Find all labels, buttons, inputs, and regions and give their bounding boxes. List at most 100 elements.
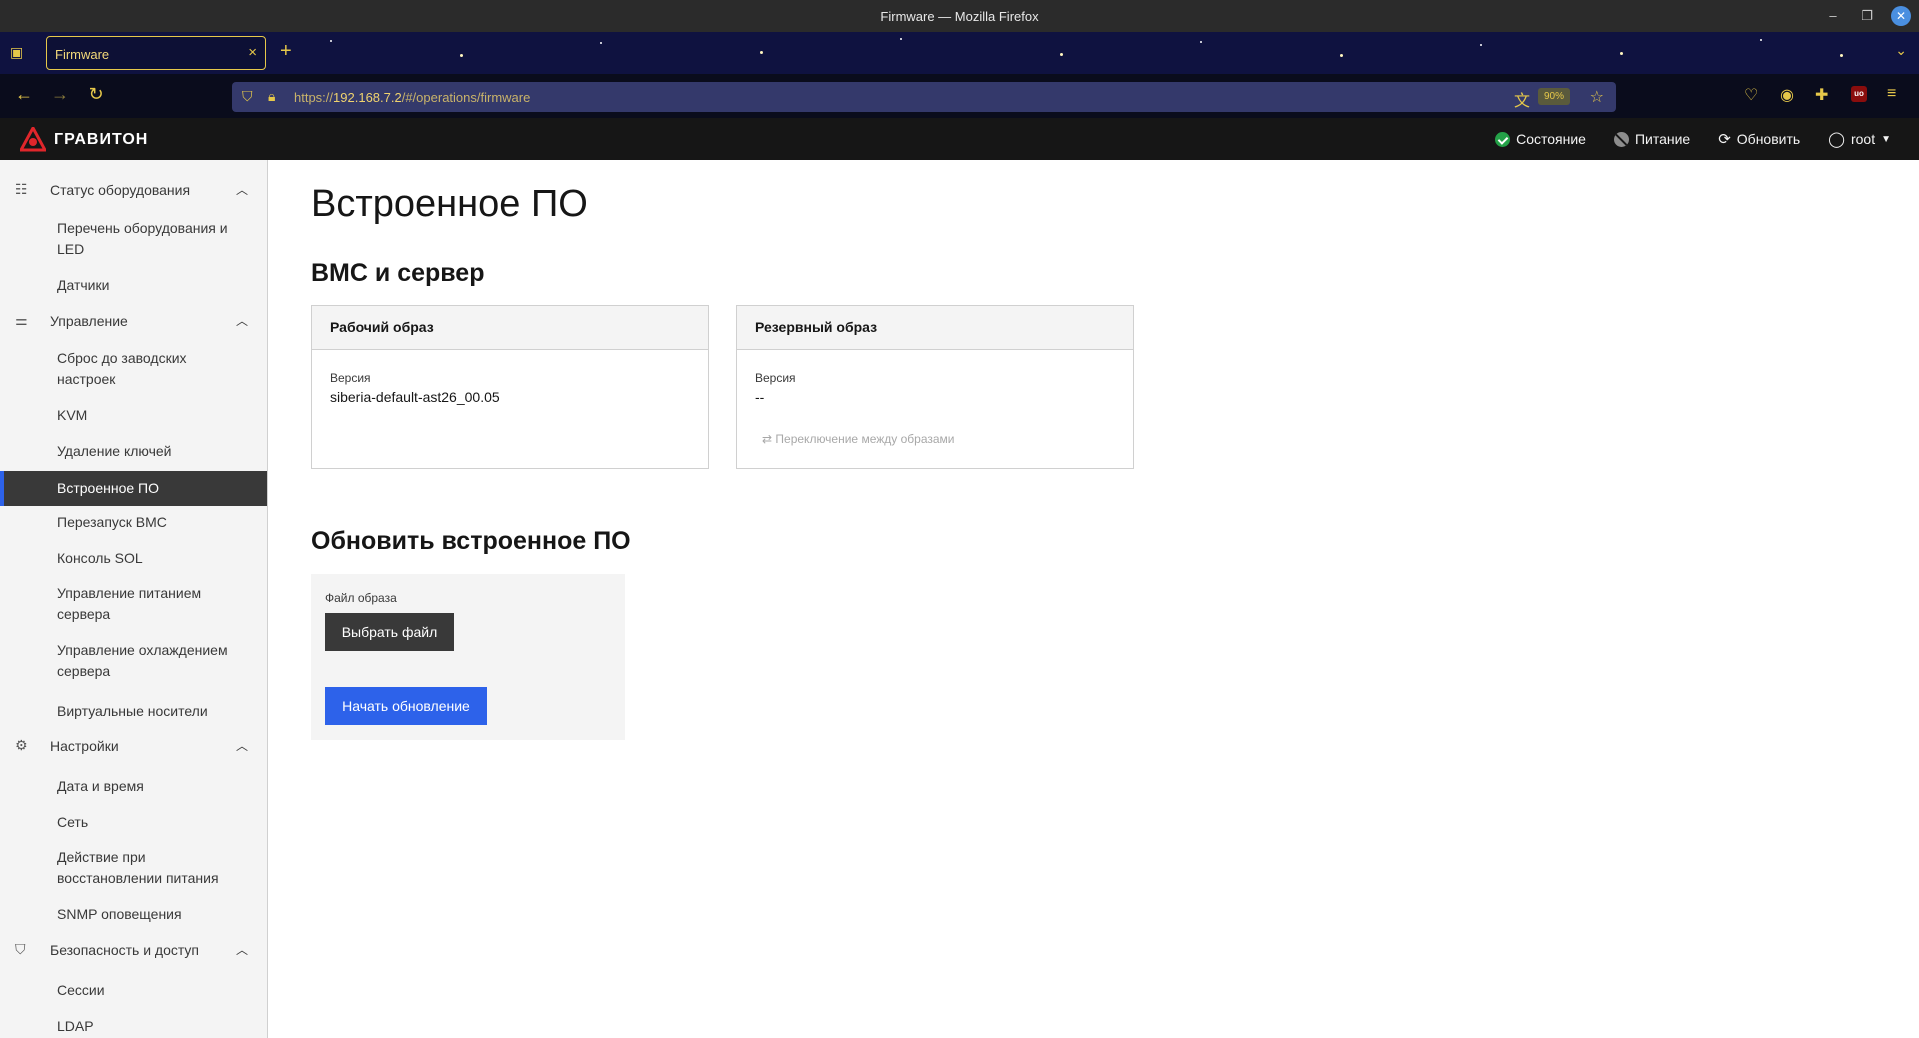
- sidebar-item-label: Консоль SOL: [57, 550, 143, 566]
- minimize-icon[interactable]: –: [1823, 6, 1843, 26]
- sidebar-group-label: Безопасность и доступ: [50, 942, 200, 958]
- refresh-button[interactable]: ⟳ Обновить: [1718, 130, 1800, 148]
- sidebar-item-label: LDAP: [57, 1018, 94, 1034]
- tab-firmware[interactable]: Firmware ×: [46, 36, 266, 70]
- switch-images-label: Переключение между образами: [775, 432, 955, 446]
- url-path: /#/operations/firmware: [401, 90, 531, 105]
- close-tab-icon[interactable]: ×: [248, 44, 257, 61]
- section-title-bmc: BMC и сервер: [311, 259, 485, 287]
- sidebar-item-label: Дата и время: [57, 778, 144, 794]
- sidebar-item-sensors[interactable]: Датчики: [0, 271, 267, 301]
- user-menu-button[interactable]: ◯ root ▼: [1828, 130, 1891, 148]
- url-bar[interactable]: ⛉ 🔒︎ https://192.168.7.2/#/operations/fi…: [232, 82, 1616, 112]
- chevron-down-icon[interactable]: ⌄: [1895, 42, 1907, 59]
- ublock-icon[interactable]: uo: [1851, 86, 1867, 102]
- sidebar-item-virtual-media[interactable]: Виртуальные носители: [0, 697, 267, 727]
- sidebar-item-sessions[interactable]: Сессии: [0, 976, 267, 1006]
- sidebar-item-snmp[interactable]: SNMP оповещения: [0, 900, 267, 930]
- sidebar-item-label: Датчики: [57, 277, 110, 293]
- shield-check-icon: ⛉: [15, 941, 26, 957]
- back-icon[interactable]: ←: [12, 84, 36, 105]
- power-button[interactable]: Питание: [1613, 131, 1691, 147]
- window-controls: – ❐ ✕: [1823, 6, 1911, 26]
- file-label: Файл образа: [325, 591, 397, 605]
- status-button[interactable]: Состояние: [1495, 131, 1586, 147]
- theme-star: [1060, 53, 1063, 56]
- extensions-icon[interactable]: ✚: [1815, 85, 1828, 105]
- account-icon[interactable]: ◉: [1780, 85, 1794, 105]
- sidebar-group-security[interactable]: ⛉ Безопасность и доступ ︿: [0, 932, 267, 968]
- status-ok-icon: [1495, 131, 1511, 147]
- theme-star: [1200, 41, 1202, 43]
- hardware-list-icon: ☷: [15, 181, 28, 197]
- switch-images-button[interactable]: ⇄ Переключение между образами: [762, 432, 954, 446]
- sidebar-item-label: Управление охлаждением сервера: [57, 642, 228, 679]
- backup-image-card: Резервный образ Версия -- ⇄ Переключение…: [736, 305, 1134, 469]
- tab-strip: ▣ Firmware × + ⌄: [0, 32, 1919, 74]
- power-label: Питание: [1634, 131, 1691, 147]
- menu-icon[interactable]: ≡: [1887, 85, 1896, 103]
- sidebar-item-key-clear[interactable]: Удаление ключей: [0, 437, 267, 467]
- sidebar-item-reboot-bmc[interactable]: Перезапуск BMC: [0, 508, 267, 538]
- sidebar-item-network[interactable]: Сеть: [0, 808, 267, 838]
- user-icon: ◯: [1828, 131, 1845, 148]
- forward-icon[interactable]: →: [48, 84, 72, 105]
- start-update-button[interactable]: Начать обновление: [325, 687, 487, 725]
- sidebar-item-ldap[interactable]: LDAP: [0, 1012, 267, 1038]
- pocket-icon[interactable]: ♡: [1744, 85, 1758, 105]
- chevron-up-icon: ︿: [235, 739, 248, 753]
- card-title: Рабочий образ: [312, 306, 708, 350]
- sidebar-item-label: SNMP оповещения: [57, 906, 182, 922]
- translate-icon[interactable]: 文: [1514, 87, 1530, 111]
- header-actions: Состояние Питание ⟳ Обновить ◯ root ▼: [1495, 130, 1891, 148]
- sidebar-group-control[interactable]: ⚌ Управление ︿: [0, 303, 267, 339]
- maximize-icon[interactable]: ❐: [1857, 6, 1877, 26]
- close-window-icon[interactable]: ✕: [1891, 6, 1911, 26]
- sidebar-group-settings[interactable]: ⚙ Настройки ︿: [0, 728, 267, 764]
- lock-icon[interactable]: 🔒︎: [268, 88, 275, 105]
- sidebar-item-power-restore[interactable]: Действие при восстановлении питания: [0, 845, 267, 889]
- sidebar-item-kvm[interactable]: KVM: [0, 401, 267, 431]
- theme-star: [600, 42, 602, 44]
- sidebar-item-factory-reset[interactable]: Сброс до заводских настроек: [0, 346, 267, 390]
- sidebar-item-datetime[interactable]: Дата и время: [0, 772, 267, 802]
- window-title: Firmware — Mozilla Firefox: [880, 9, 1039, 24]
- version-label: Версия: [330, 371, 371, 385]
- shield-icon[interactable]: ⛉: [242, 88, 253, 105]
- url-host: 192.168.7.2: [333, 90, 402, 105]
- logo[interactable]: ГРАВИТОН: [20, 127, 148, 153]
- new-tab-button[interactable]: +: [280, 40, 292, 63]
- sidebar-item-firmware[interactable]: Встроенное ПО: [0, 471, 267, 506]
- tab-list-icon[interactable]: ▣: [10, 44, 30, 62]
- sidebar-group-hardware[interactable]: ☷ Статус оборудования ︿: [0, 172, 267, 208]
- logo-text: ГРАВИТОН: [54, 131, 149, 148]
- app-header: ГРАВИТОН Состояние Питание ⟳ Обновить ◯ …: [0, 118, 1919, 160]
- card-title: Резервный образ: [737, 306, 1133, 350]
- sidebar-item-power-control[interactable]: Управление питанием сервера: [0, 581, 267, 625]
- sidebar-item-label: KVM: [57, 407, 88, 423]
- sidebar-item-sol[interactable]: Консоль SOL: [0, 544, 267, 574]
- user-label: root: [1850, 131, 1876, 147]
- reload-icon[interactable]: ↻: [84, 84, 108, 105]
- tab-title: Firmware: [55, 47, 110, 62]
- bookmark-star-icon[interactable]: ☆: [1590, 87, 1604, 107]
- refresh-label: Обновить: [1736, 131, 1801, 147]
- sidebar-item-label: Встроенное ПО: [57, 480, 159, 496]
- choose-file-button[interactable]: Выбрать файл: [325, 613, 454, 651]
- theme-star: [760, 51, 763, 54]
- theme-star: [1620, 52, 1623, 55]
- running-image-card: Рабочий образ Версия siberia-default-ast…: [311, 305, 709, 469]
- theme-star: [1840, 54, 1843, 57]
- theme-star: [460, 54, 463, 57]
- version-value: --: [755, 389, 765, 405]
- gear-icon: ⚙: [15, 737, 28, 753]
- theme-star: [1760, 39, 1762, 41]
- logo-mark-icon: [20, 127, 46, 152]
- url-text[interactable]: https://192.168.7.2/#/operations/firmwar…: [294, 90, 530, 105]
- sidebar-item-cooling[interactable]: Управление охлаждением сервера: [0, 638, 267, 682]
- sidebar-item-inventory[interactable]: Перечень оборудования и LED: [0, 216, 267, 260]
- sidebar-group-label: Статус оборудования: [50, 182, 191, 198]
- zoom-badge[interactable]: 90%: [1537, 88, 1570, 105]
- sidebar-item-label: Действие при восстановлении питания: [57, 849, 219, 886]
- sidebar-item-label: Сессии: [57, 982, 105, 998]
